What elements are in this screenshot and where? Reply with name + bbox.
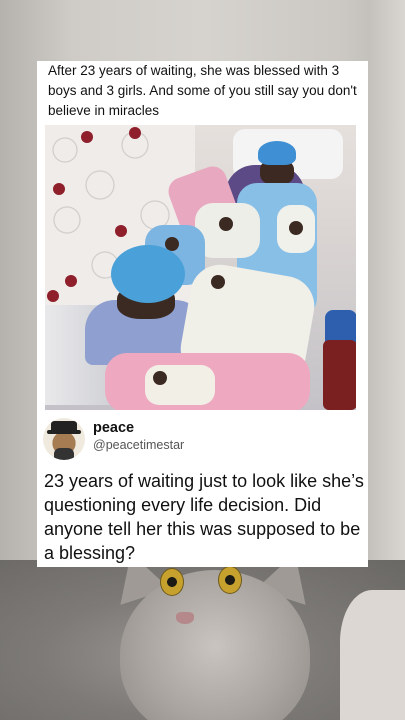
avatar-suit xyxy=(54,448,74,460)
reply-display-name[interactable]: peace xyxy=(93,420,134,436)
rose-pattern xyxy=(47,290,59,302)
baby xyxy=(289,221,303,235)
rose-pattern xyxy=(65,275,77,287)
cat-eye-left xyxy=(160,568,184,596)
avatar-hat-brim xyxy=(47,430,81,434)
surgical-cap xyxy=(111,245,185,303)
rose-pattern xyxy=(53,183,65,195)
reply-handle[interactable]: @peacetimestar xyxy=(93,438,184,452)
cat-blanket xyxy=(340,590,405,720)
reply-text: 23 years of waiting just to look like sh… xyxy=(44,471,364,563)
background-door xyxy=(368,0,405,560)
red-bag xyxy=(323,340,356,410)
cat-photo xyxy=(0,560,405,720)
post-card: After 23 years of waiting, she was bless… xyxy=(37,61,368,567)
post-caption: After 23 years of waiting, she was bless… xyxy=(48,63,357,118)
cat-nose xyxy=(176,612,194,624)
post-photo[interactable] xyxy=(45,125,356,410)
baby xyxy=(219,217,233,231)
surgical-cap xyxy=(258,141,296,165)
rose-pattern xyxy=(81,131,93,143)
rose-pattern xyxy=(115,225,127,237)
cat-eye-right xyxy=(218,566,242,594)
rose-pattern xyxy=(129,127,141,139)
baby xyxy=(153,371,167,385)
avatar[interactable] xyxy=(43,418,85,460)
baby xyxy=(211,275,225,289)
